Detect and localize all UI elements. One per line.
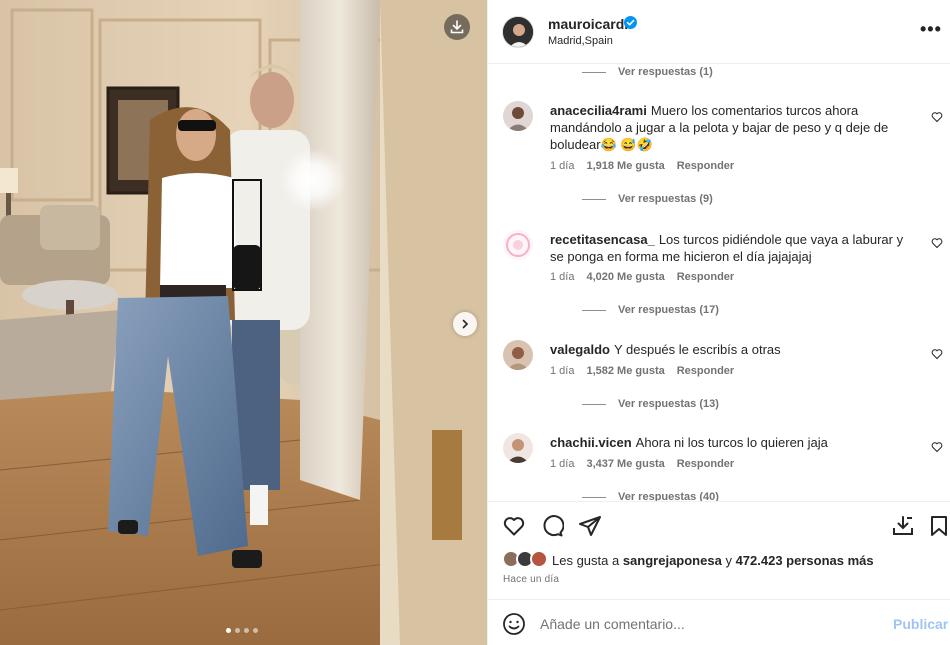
post-media: [0, 0, 487, 645]
replies-divider: [582, 71, 606, 73]
avatar-image: [503, 340, 533, 370]
reply-button[interactable]: Responder: [677, 271, 734, 283]
download-icon: [450, 20, 464, 34]
reply-button[interactable]: Responder: [677, 365, 734, 377]
likes-count[interactable]: 472.423 personas más: [736, 553, 874, 568]
comment-likes[interactable]: 4,020 Me gusta: [586, 271, 664, 283]
carousel-indicator: [226, 628, 258, 633]
reply-button[interactable]: Responder: [677, 160, 734, 172]
emoji-icon[interactable]: [502, 612, 526, 636]
like-comment-heart-icon[interactable]: [931, 111, 943, 123]
comments-list[interactable]: Ver respuestas (1) anacecilia4rami Muero …: [488, 64, 950, 501]
comment-meta: 1 día 1,582 Me gusta Responder: [550, 365, 734, 377]
post-comment-button[interactable]: Publicar: [893, 616, 948, 632]
avatar-image: [503, 17, 533, 47]
comment-bubble-icon[interactable]: [540, 514, 564, 538]
view-replies-button[interactable]: Ver respuestas (40): [582, 491, 719, 501]
commenter-avatar[interactable]: [503, 230, 533, 260]
author-avatar[interactable]: [502, 16, 534, 48]
commenter-avatar[interactable]: [503, 433, 533, 463]
liker-username[interactable]: sangrejaponesa: [623, 553, 722, 568]
download-tray-icon[interactable]: [891, 514, 915, 538]
comment-text: chachii.vicen Ahora ni los turcos lo quie…: [550, 434, 910, 451]
comment-time[interactable]: 1 día: [550, 365, 574, 377]
liker-avatars: [502, 550, 552, 570]
comment-time[interactable]: 1 día: [550, 160, 574, 172]
commenter-username[interactable]: anacecilia4rami: [550, 103, 647, 118]
replies-divider: [582, 403, 606, 405]
carousel-next-button[interactable]: [453, 312, 477, 336]
commenter-avatar[interactable]: [503, 101, 533, 131]
comment-meta: 1 día 4,020 Me gusta Responder: [550, 271, 734, 283]
replies-divider: [582, 198, 606, 200]
comment-time[interactable]: 1 día: [550, 458, 574, 470]
like-comment-heart-icon[interactable]: [931, 441, 943, 453]
comment-text: anacecilia4rami Muero los comentarios tur…: [550, 102, 910, 153]
view-replies-button[interactable]: Ver respuestas (1): [582, 66, 713, 78]
avatar-image: [503, 230, 533, 260]
add-comment-bar: Publicar: [488, 599, 950, 645]
carousel-dot: [226, 628, 231, 633]
more-options-button[interactable]: •••: [920, 20, 942, 38]
comment-time[interactable]: 1 día: [550, 271, 574, 283]
commenter-avatar[interactable]: [503, 340, 533, 370]
likes-middle: y: [721, 552, 736, 568]
replies-divider: [582, 496, 606, 498]
avatar-image: [503, 433, 533, 463]
post-side-panel: mauroicardi Madrid,Spain ••• Ver respues…: [487, 0, 950, 645]
reply-button[interactable]: Responder: [677, 458, 734, 470]
avatar-image: [503, 101, 533, 131]
comment-input[interactable]: [540, 612, 870, 636]
comment-meta: 1 día 3,437 Me gusta Responder: [550, 458, 734, 470]
commenter-username[interactable]: recetitasencasa_: [550, 232, 655, 247]
like-heart-icon[interactable]: [502, 514, 526, 538]
share-paper-plane-icon[interactable]: [578, 514, 602, 538]
chevron-right-icon: [462, 319, 469, 329]
like-comment-heart-icon[interactable]: [931, 348, 943, 360]
view-replies-label: Ver respuestas (1): [618, 66, 713, 78]
post-photo: [0, 0, 487, 645]
comment-likes[interactable]: 3,437 Me gusta: [586, 458, 664, 470]
carousel-dot: [244, 628, 249, 633]
post-location[interactable]: Madrid,Spain: [548, 35, 613, 47]
comment-likes[interactable]: 1,918 Me gusta: [586, 160, 664, 172]
commenter-username[interactable]: chachii.vicen: [550, 435, 632, 450]
comment-meta: 1 día 1,918 Me gusta Responder: [550, 160, 734, 172]
commenter-username[interactable]: valegaldo: [550, 342, 610, 357]
author-username[interactable]: mauroicardi: [548, 16, 628, 32]
save-media-button[interactable]: [444, 14, 470, 40]
likes-prefix: Les gusta a: [552, 552, 623, 568]
like-comment-heart-icon[interactable]: [931, 237, 943, 249]
comment-text: valegaldo Y después le escribís a otras: [550, 341, 910, 358]
view-replies-button[interactable]: Ver respuestas (13): [582, 398, 719, 410]
bookmark-icon[interactable]: [927, 514, 950, 538]
view-replies-label: Ver respuestas (17): [618, 304, 719, 316]
carousel-dot: [235, 628, 240, 633]
view-replies-button[interactable]: Ver respuestas (9): [582, 193, 713, 205]
comment-text: recetitasencasa_ Los turcos pidiéndole qu…: [550, 231, 910, 265]
liker-avatar[interactable]: [530, 550, 548, 568]
post-timestamp[interactable]: Hace un día: [503, 574, 559, 585]
likes-summary: Les gusta a sangrejaponesa y 472.423 per…: [502, 550, 874, 570]
comment-body: Ahora ni los turcos lo quieren jaja: [635, 435, 828, 450]
post-actions: Les gusta a sangrejaponesa y 472.423 per…: [488, 501, 950, 599]
verified-badge-icon: [624, 16, 637, 29]
view-replies-label: Ver respuestas (9): [618, 193, 713, 205]
comment-body: Y después le escribís a otras: [613, 342, 781, 357]
post-header: mauroicardi Madrid,Spain •••: [488, 0, 950, 64]
view-replies-button[interactable]: Ver respuestas (17): [582, 304, 719, 316]
comment-likes[interactable]: 1,582 Me gusta: [586, 365, 664, 377]
view-replies-label: Ver respuestas (40): [618, 491, 719, 501]
replies-divider: [582, 309, 606, 311]
likes-text: Les gusta a sangrejaponesa y 472.423 per…: [552, 553, 874, 568]
view-replies-label: Ver respuestas (13): [618, 398, 719, 410]
carousel-dot: [253, 628, 258, 633]
